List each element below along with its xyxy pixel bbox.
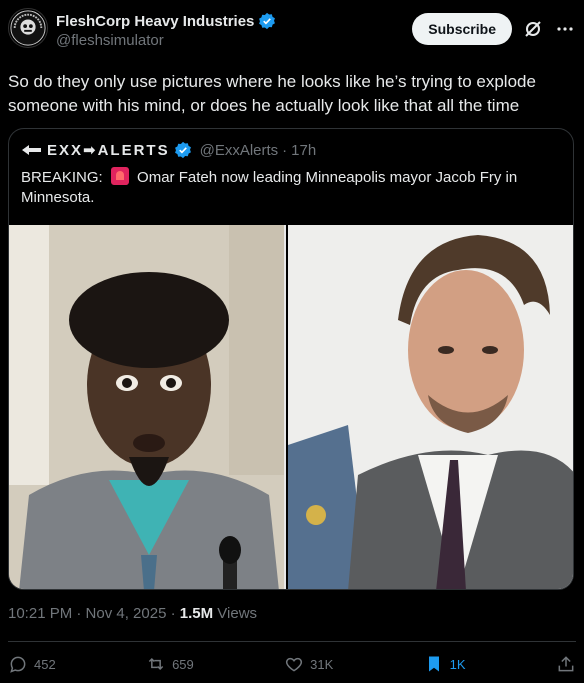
bookmark-button[interactable]: 1K — [424, 654, 466, 674]
quote-age[interactable]: 17h — [291, 142, 316, 159]
author-handle[interactable]: @fleshsimulator — [56, 32, 276, 49]
quote-author-handle[interactable]: @ExxAlerts — [200, 142, 279, 159]
bookmark-count: 1K — [449, 656, 466, 672]
share-button[interactable] — [556, 654, 576, 674]
like-button[interactable]: 31K — [284, 654, 333, 674]
tweet-text: So do they only use pictures where he lo… — [8, 72, 536, 115]
verified-badge-icon — [174, 141, 191, 159]
repost-button[interactable]: 659 — [146, 654, 194, 674]
author-name[interactable]: FleshCorp Heavy Industries — [56, 13, 254, 30]
action-bar: 452 659 31K 1K — [8, 652, 576, 676]
heart-icon — [286, 657, 303, 672]
quote-dot: · — [282, 141, 288, 159]
views-label: Views — [213, 605, 258, 622]
photo-left[interactable] — [9, 225, 285, 589]
share-icon — [558, 656, 574, 672]
siren-icon — [110, 167, 129, 185]
views-count: 1.5M — [179, 605, 214, 622]
reply-count: 452 — [34, 656, 56, 672]
exx-logo-icon — [22, 145, 41, 155]
quote-author-logo[interactable]: EXX➡ALERTS — [21, 141, 170, 159]
author-avatar[interactable] — [8, 8, 48, 48]
media-divider — [284, 225, 287, 589]
repost-count: 659 — [172, 656, 194, 672]
tweet-meta: 10:21 PM · Nov 4, 2025 · 1.5M Views — [8, 605, 257, 622]
more-options-icon[interactable] — [554, 18, 576, 40]
bookmark-icon — [428, 656, 439, 672]
grok-icon[interactable] — [522, 18, 544, 40]
quote-author-name: EXX➡ALERTS — [47, 142, 170, 159]
tweet-timestamp[interactable]: 10:21 PM · Nov 4, 2025 · — [8, 605, 180, 622]
photo-right[interactable] — [288, 225, 573, 589]
verified-badge-icon — [259, 12, 276, 30]
quote-breaking-label: BREAKING: — [21, 169, 103, 186]
subscribe-button[interactable]: Subscribe — [412, 13, 512, 45]
repost-icon — [148, 657, 164, 671]
like-count: 31K — [310, 656, 334, 672]
reply-button[interactable]: 452 — [8, 654, 56, 674]
quoted-tweet[interactable]: EXX➡ALERTS @ExxAlerts · 17h BREAKING: Om… — [8, 128, 574, 590]
quote-media[interactable] — [9, 225, 573, 589]
flesh-simulator-logo-icon — [10, 10, 46, 46]
quote-text: BREAKING: Omar Fateh now leading Minneap… — [9, 159, 573, 208]
tweet-header: FleshCorp Heavy Industries @fleshsimulat… — [8, 8, 576, 56]
reply-icon — [10, 656, 26, 673]
actions-divider — [8, 641, 576, 642]
